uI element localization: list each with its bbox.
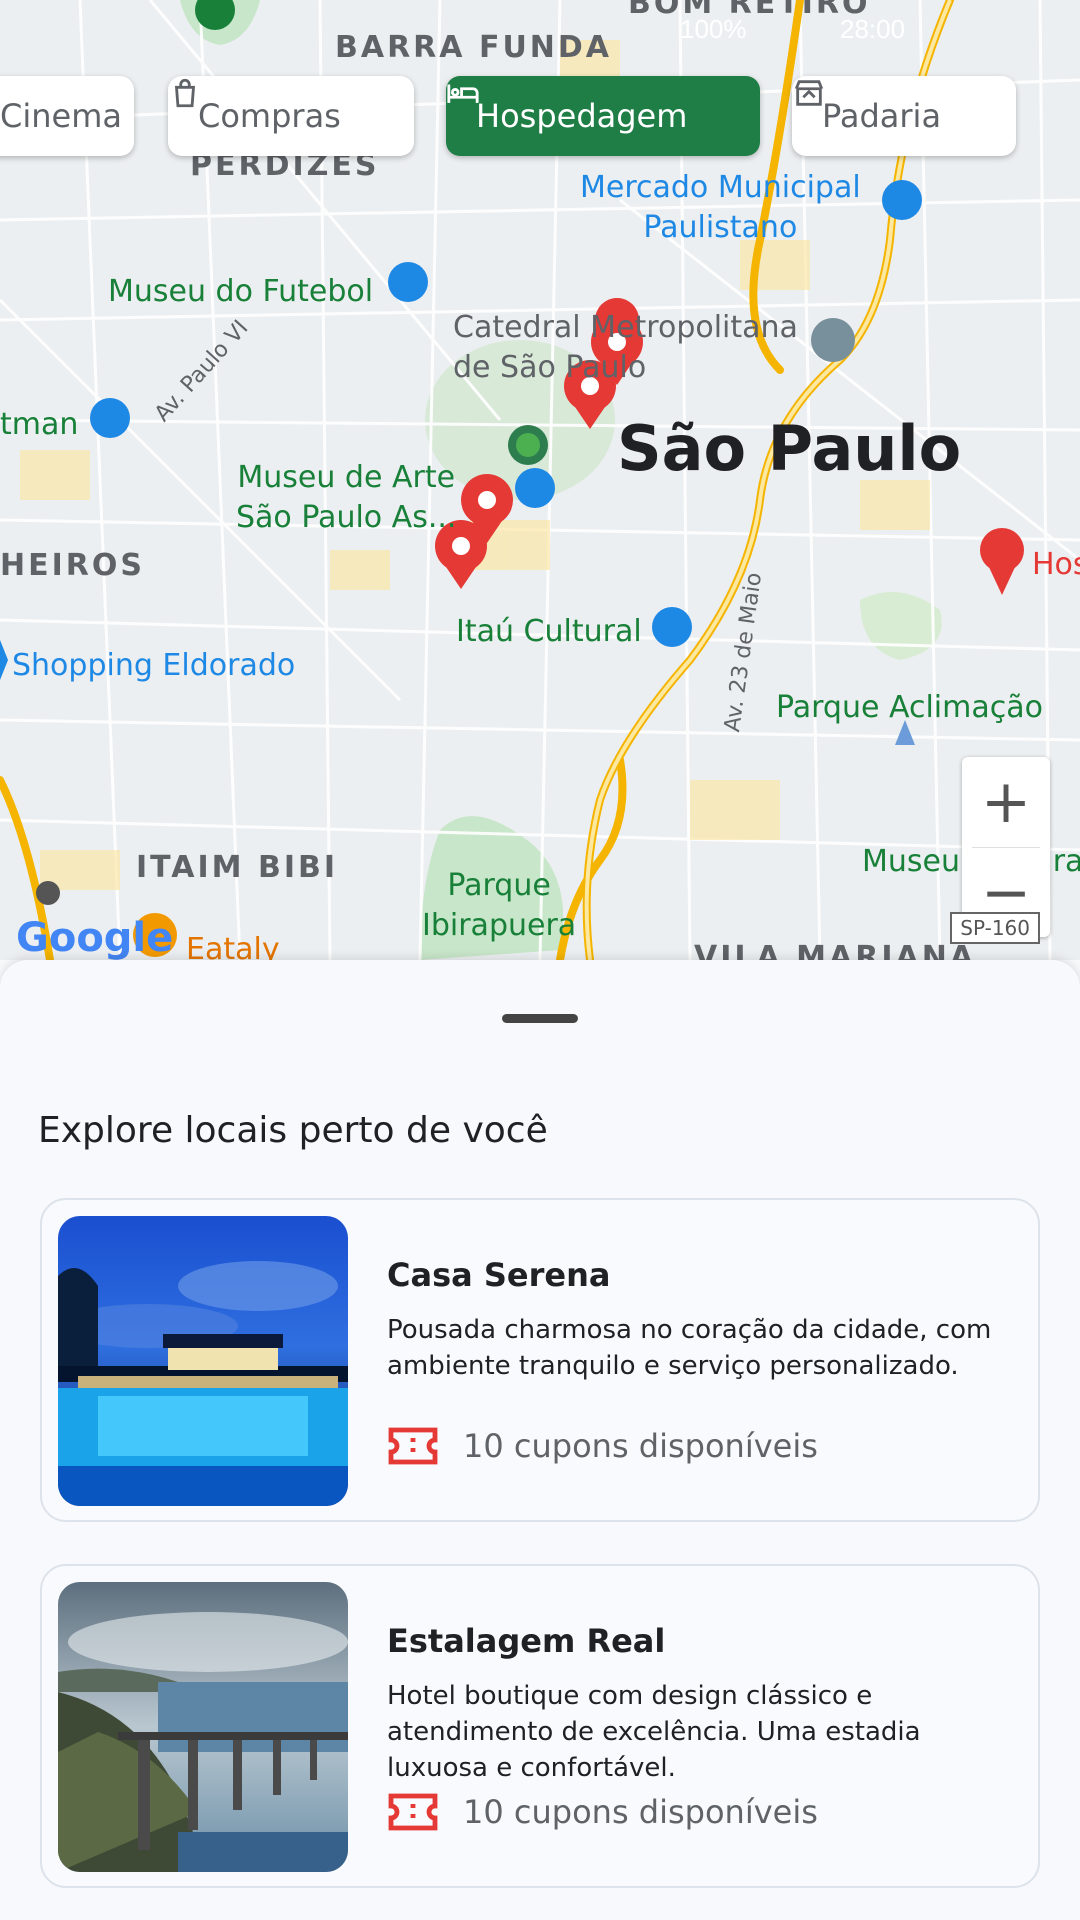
poi-tman[interactable]: tman	[0, 405, 78, 445]
city-label: São Paulo	[617, 412, 962, 485]
chip-label: Padaria	[822, 97, 942, 135]
poi-parque-ibirapuera[interactable]: Parque Ibirapuera	[422, 866, 576, 946]
poi-hospital[interactable]: Hos	[1032, 545, 1080, 585]
bottom-sheet: Explore locais perto de você Casa Serena…	[0, 960, 1080, 1920]
chip-label: Cinema	[0, 97, 122, 135]
poi-eataly[interactable]: Eataly	[186, 930, 280, 960]
place-name: Estalagem Real	[387, 1622, 666, 1660]
area-label: ITAIM BIBI	[136, 850, 339, 885]
ticket-icon	[388, 1793, 438, 1831]
area-label: BOM RETIRO	[628, 0, 871, 21]
category-chips: Cinema Compras Hospedagem Padaria	[0, 76, 1080, 162]
area-label: VILA MARIANA	[694, 940, 977, 960]
poi-shopping-eldorado[interactable]: Shopping Eldorado	[12, 646, 295, 686]
place-description: Pousada charmosa no coração da cidade, c…	[387, 1315, 992, 1381]
drag-handle[interactable]	[502, 1014, 578, 1023]
place-card[interactable]: Estalagem Real Hotel boutique com design…	[40, 1564, 1040, 1888]
poi-museu-futebol[interactable]: Museu do Futebol	[108, 272, 373, 312]
place-name: Casa Serena	[387, 1256, 611, 1294]
chip-label: Hospedagem	[476, 97, 688, 135]
bed-icon	[447, 84, 479, 103]
poi-masp[interactable]: Museu de Arte São Paulo As...	[236, 458, 456, 538]
poi-mercado[interactable]: Mercado Municipal Paulistano	[580, 168, 861, 248]
store-icon	[794, 80, 824, 106]
place-photo	[58, 1216, 348, 1506]
shopping-bag-icon	[174, 78, 196, 108]
chip-label: Compras	[198, 97, 341, 135]
area-label: HEIROS	[0, 548, 145, 583]
chip-hospedagem[interactable]: Hospedagem	[446, 76, 760, 156]
road-shield-sp160: SP-160	[950, 912, 1040, 944]
chip-cinema[interactable]: Cinema	[0, 76, 134, 156]
chip-padaria[interactable]: Padaria	[792, 76, 1016, 156]
chip-compras[interactable]: Compras	[168, 76, 414, 156]
place-card[interactable]: Casa Serena Pousada charmosa no coração …	[40, 1198, 1040, 1522]
place-description: Hotel boutique com design clássico e ate…	[387, 1681, 921, 1783]
zoom-in-button[interactable]: +	[962, 757, 1050, 847]
zoom-controls: + −	[962, 757, 1050, 937]
google-attribution: Google	[16, 915, 174, 960]
coupons-info: 10 cupons disponíveis	[387, 1790, 818, 1834]
map-view[interactable]: 100% 28:00 BARRA FUNDA PERDIZES HEIROS I…	[0, 0, 1080, 960]
coupons-text: 10 cupons disponíveis	[463, 1427, 818, 1465]
sheet-title: Explore locais perto de você	[38, 1110, 548, 1151]
area-label: BARRA FUNDA	[335, 30, 613, 65]
coupons-text: 10 cupons disponíveis	[463, 1793, 818, 1831]
poi-catedral[interactable]: Catedral Metropolitana de São Paulo	[453, 308, 798, 388]
ticket-icon	[388, 1427, 438, 1465]
place-photo	[58, 1582, 348, 1872]
coupons-info: 10 cupons disponíveis	[387, 1424, 818, 1468]
poi-itau-cultural[interactable]: Itaú Cultural	[456, 612, 642, 652]
poi-parque-aclimacao[interactable]: Parque Aclimação	[776, 688, 1043, 728]
